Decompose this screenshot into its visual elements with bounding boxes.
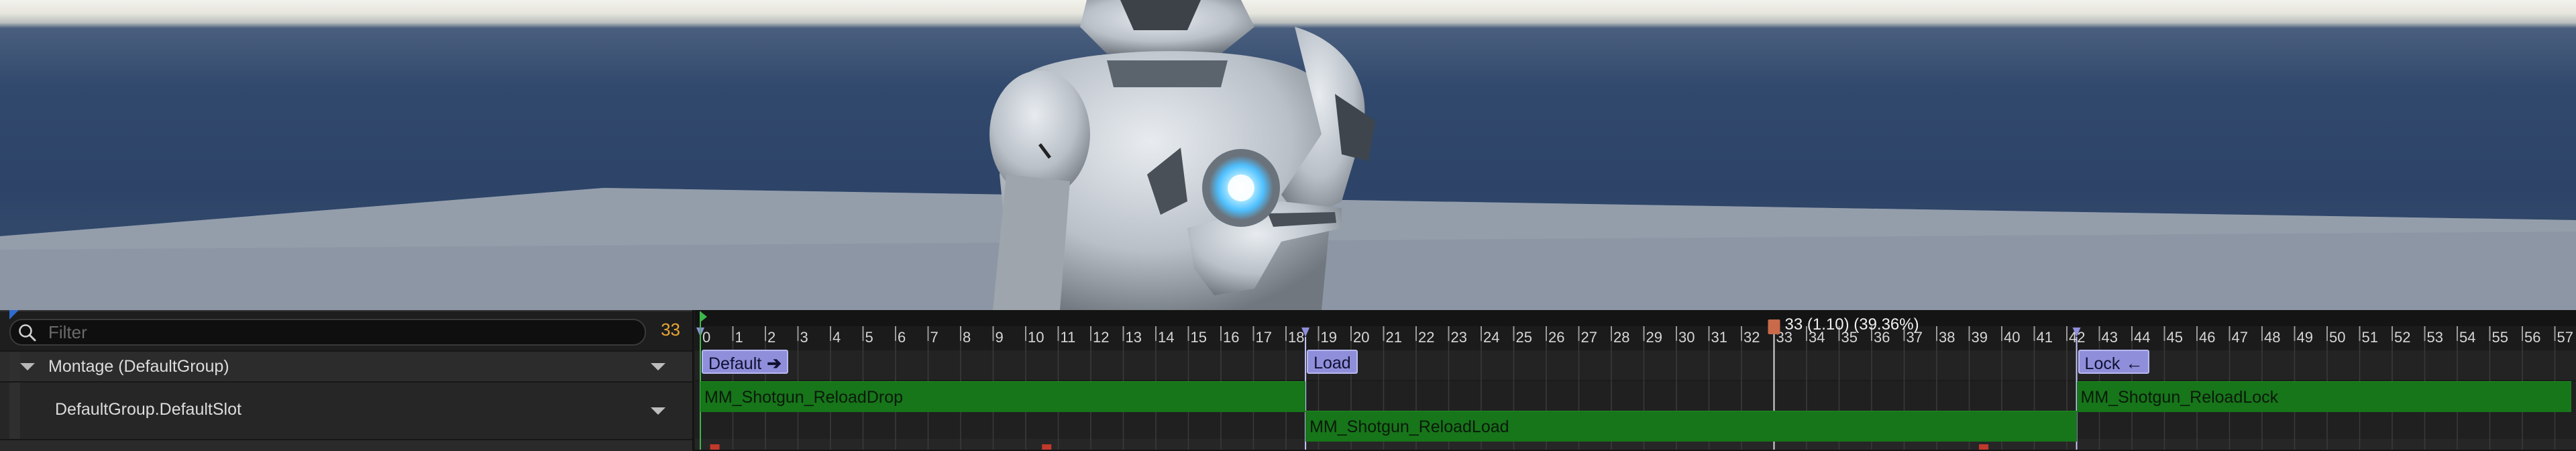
frame-tick-label: 10 [1028, 329, 1044, 346]
collapse-arrow-icon[interactable] [20, 363, 35, 370]
frame-tick-label: 47 [2232, 329, 2248, 346]
montage-track-row[interactable]: Montage (DefaultGroup) [0, 350, 692, 381]
frame-tick-label: 24 [1483, 329, 1499, 346]
frame-tick-label: 40 [2004, 329, 2020, 346]
filter-input[interactable] [48, 320, 632, 344]
frame-tick-label: 20 [1353, 329, 1369, 346]
section-name: Load [1313, 354, 1351, 372]
section-lane [695, 350, 2576, 380]
frame-tick-label: 8 [963, 329, 971, 346]
section-name: Default [708, 354, 762, 373]
frame-tick-label: 28 [1613, 329, 1629, 346]
slot-track-row[interactable]: DefaultGroup.DefaultSlot [0, 381, 692, 439]
frame-tick-label: 55 [2492, 329, 2508, 346]
playhead-label: 33 (1.10) (39.36%) [1784, 315, 1919, 334]
frame-tick-label: 30 [1678, 329, 1695, 346]
timeline-header [695, 310, 2576, 326]
notify-marker [710, 444, 720, 450]
frame-tick-label: 0 [702, 329, 710, 346]
montage-clip[interactable]: MM_Shotgun_ReloadLock [2076, 381, 2571, 412]
montage-clip[interactable]: MM_Shotgun_ReloadDrop [700, 381, 1306, 412]
section-tag[interactable]: Lock ← [2078, 350, 2150, 374]
frame-tick-label: 1 [735, 329, 743, 346]
montage-clip[interactable]: MM_Shotgun_ReloadLoad [1305, 411, 2077, 442]
frame-tick-label: 46 [2199, 329, 2215, 346]
montage-track-label: Montage (DefaultGroup) [48, 357, 229, 376]
frame-tick-label: 14 [1158, 329, 1174, 346]
frame-tick-label: 31 [1711, 329, 1727, 346]
frame-tick-label: 44 [2134, 329, 2150, 346]
section-name: Lock [2084, 354, 2121, 373]
arrow-right-icon: ➔ [767, 353, 782, 373]
current-frame-counter: 33 [661, 319, 680, 340]
frame-tick-label: 48 [2264, 329, 2280, 346]
frame-tick-label: 22 [1418, 329, 1434, 346]
frame-tick-label: 16 [1223, 329, 1239, 346]
frame-tick-label: 15 [1191, 329, 1207, 346]
montage-editor-panel: 33 Montage (DefaultGroup) DefaultGroup.D… [0, 310, 2576, 451]
frame-tick-label: 32 [1743, 329, 1760, 346]
frame-tick-label: 50 [2329, 329, 2345, 346]
frame-tick-label: 23 [1451, 329, 1467, 346]
frame-tick-label: 17 [1256, 329, 1272, 346]
chevron-down-icon[interactable] [651, 407, 665, 415]
frame-tick-label: 39 [1972, 329, 1988, 346]
animation-viewport[interactable] [0, 0, 2576, 310]
frame-tick-label: 25 [1516, 329, 1532, 346]
frame-tick-label: 52 [2394, 329, 2410, 346]
frame-tick-label: 26 [1548, 329, 1564, 346]
notify-track-row[interactable] [0, 439, 692, 451]
frame-tick-label: 57 [2557, 329, 2573, 346]
frame-tick-label: 4 [833, 329, 841, 346]
frame-tick-label: 49 [2297, 329, 2313, 346]
notify-marker [1979, 444, 1989, 450]
notify-marker [1042, 444, 1052, 450]
frame-tick-label: 29 [1646, 329, 1662, 346]
panel-corner-marker [9, 310, 19, 319]
frame-tick-label: 56 [2524, 329, 2540, 346]
frame-tick-label: 45 [2167, 329, 2183, 346]
playhead-handle [1768, 319, 1780, 334]
frame-tick-label: 19 [1321, 329, 1337, 346]
arrow-left-icon: ← [2125, 353, 2143, 373]
frame-tick-label: 9 [996, 329, 1004, 346]
frame-tick-label: 54 [2459, 329, 2475, 346]
frame-tick-label: 41 [2037, 329, 2053, 346]
frame-tick-label: 5 [865, 329, 873, 346]
frame-tick-label: 7 [930, 329, 938, 346]
frame-tick-label: 12 [1093, 329, 1109, 346]
frame-tick-label: 51 [2362, 329, 2378, 346]
frame-tick-label: 21 [1386, 329, 1402, 346]
search-icon [19, 324, 36, 342]
timeline-ruler [695, 326, 2576, 350]
filter-box[interactable] [9, 319, 646, 346]
frame-tick-label: 38 [1939, 329, 1955, 346]
frame-tick-label: 2 [767, 329, 775, 346]
frame-tick-label: 43 [2102, 329, 2118, 346]
frame-tick-label: 53 [2427, 329, 2443, 346]
section-tag[interactable]: Default ➔ [702, 350, 789, 374]
slot-track-label: DefaultGroup.DefaultSlot [55, 400, 241, 419]
track-indent [9, 352, 20, 381]
section-tag[interactable]: Load [1307, 350, 1358, 374]
frame-tick-label: 13 [1126, 329, 1142, 346]
frame-tick-label: 18 [1288, 329, 1304, 346]
frame-tick-label: 6 [898, 329, 906, 346]
chevron-down-icon[interactable] [651, 363, 665, 370]
frame-tick-label: 11 [1061, 329, 1076, 346]
robot-character [989, 0, 1375, 310]
track-indent [9, 383, 20, 439]
frame-tick-label: 27 [1581, 329, 1597, 346]
frame-tick-label: 3 [800, 329, 808, 346]
montage-timeline[interactable]: 0 1 2 3 4 5 6 7 8 9 10 11 12 13 14 15 16 17 18 19 20 21 22 23 24… [695, 310, 2576, 450]
filter-bar: 33 [0, 310, 692, 352]
track-list-panel: 33 Montage (DefaultGroup) DefaultGroup.D… [0, 310, 694, 451]
